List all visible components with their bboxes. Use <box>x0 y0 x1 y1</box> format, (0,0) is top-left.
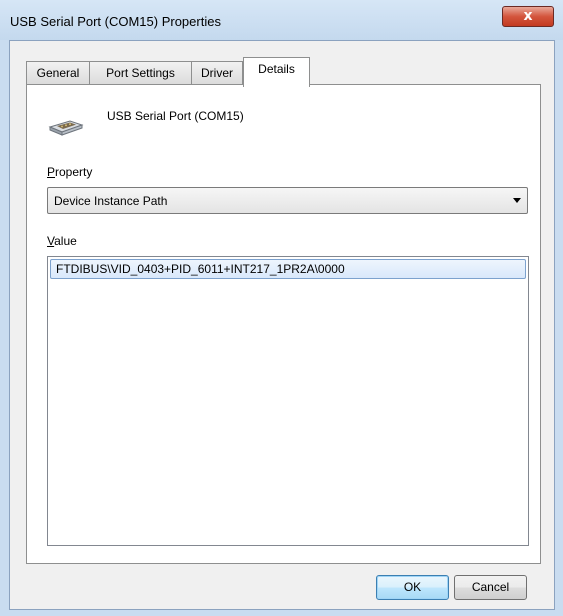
serial-port-connector-icon <box>48 120 84 136</box>
list-item-text: FTDIBUS\VID_0403+PID_6011+INT217_1PR2A\0… <box>56 262 345 276</box>
list-item[interactable]: FTDIBUS\VID_0403+PID_6011+INT217_1PR2A\0… <box>50 259 526 279</box>
value-listbox[interactable]: FTDIBUS\VID_0403+PID_6011+INT217_1PR2A\0… <box>47 256 529 546</box>
value-label: Value <box>47 234 77 248</box>
close-icon: x <box>523 8 533 24</box>
dropdown-arrow-icon <box>513 198 521 203</box>
properties-window: USB Serial Port (COM15) Properties x Gen… <box>0 0 563 616</box>
tab-general[interactable]: General <box>26 61 90 85</box>
tab-port-settings[interactable]: Port Settings <box>89 61 192 85</box>
tab-details[interactable]: Details <box>243 57 310 87</box>
window-title: USB Serial Port (COM15) Properties <box>10 14 221 29</box>
property-selected-value: Device Instance Path <box>54 194 168 208</box>
tab-driver[interactable]: Driver <box>191 61 243 85</box>
property-select[interactable]: Device Instance Path <box>47 187 528 214</box>
cancel-button[interactable]: Cancel <box>454 575 527 600</box>
device-name: USB Serial Port (COM15) <box>107 109 244 123</box>
ok-button[interactable]: OK <box>376 575 449 600</box>
close-button[interactable]: x <box>502 6 554 27</box>
property-label: Property <box>47 165 93 179</box>
title-bar[interactable]: USB Serial Port (COM15) Properties x <box>0 0 563 40</box>
